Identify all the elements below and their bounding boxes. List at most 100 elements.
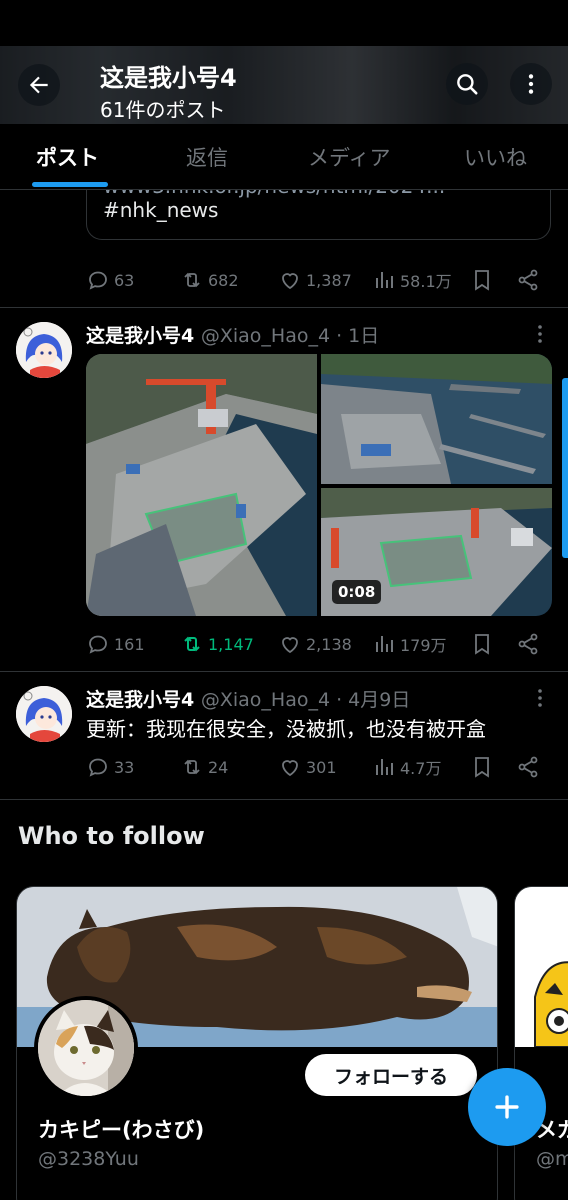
reply-icon bbox=[89, 758, 107, 777]
like-count: 1,387 bbox=[306, 270, 352, 290]
repost-count: 24 bbox=[208, 757, 229, 777]
like-count: 301 bbox=[306, 757, 337, 777]
avatar-illustration-icon bbox=[16, 322, 72, 378]
profile-tabs: ポスト 返信 メディア いいね bbox=[0, 124, 568, 190]
arrow-left-icon bbox=[29, 76, 48, 94]
link-card-url: www3.nhk.or.jp/news/html/2024... bbox=[103, 190, 445, 198]
media-grid bbox=[86, 354, 552, 616]
harbor-overview-image bbox=[321, 354, 552, 484]
profile-header: 这是我小号4 61件のポスト bbox=[0, 46, 568, 124]
follow-card-handle: @3238Yuu bbox=[38, 1148, 139, 1170]
handle-and-time: @Xiao_Hao_4 · 1日 bbox=[200, 325, 380, 347]
views-button[interactable]: 58.1万 bbox=[372, 265, 452, 295]
like-button[interactable]: 2,138 bbox=[278, 629, 352, 659]
follow-card-name[interactable]: カキピー(わさび) bbox=[38, 1114, 204, 1144]
share-icon bbox=[518, 269, 538, 291]
like-button[interactable]: 301 bbox=[278, 752, 337, 782]
reply-icon bbox=[89, 635, 107, 654]
video-duration-badge: 0:08 bbox=[332, 580, 382, 604]
profile-banner bbox=[515, 887, 568, 1048]
post-author[interactable]: 这是我小号4 @Xiao_Hao_4 · 1日 bbox=[86, 321, 379, 348]
bookmark-button[interactable] bbox=[470, 629, 494, 659]
more-vertical-icon bbox=[538, 689, 542, 707]
status-bar bbox=[0, 0, 568, 46]
post-actions: 63 682 1,387 58.1万 bbox=[86, 265, 548, 295]
tab-replies[interactable]: 返信 bbox=[186, 142, 228, 172]
follow-card-avatar[interactable] bbox=[34, 996, 138, 1100]
share-button[interactable] bbox=[516, 752, 540, 782]
media-image-1[interactable] bbox=[86, 354, 317, 616]
handle-and-time: @Xiao_Hao_4 · 4月9日 bbox=[200, 689, 411, 711]
repost-icon bbox=[184, 759, 200, 775]
media-image-2[interactable] bbox=[321, 354, 552, 484]
post-divider bbox=[0, 799, 568, 800]
repost-icon bbox=[184, 272, 200, 288]
reply-button[interactable]: 33 bbox=[86, 752, 134, 782]
profile-name: 这是我小号4 bbox=[100, 64, 237, 92]
bookmark-icon bbox=[475, 270, 489, 291]
post-count: 61件のポスト bbox=[100, 98, 226, 122]
bookmark-button[interactable] bbox=[470, 752, 494, 782]
share-button[interactable] bbox=[516, 629, 540, 659]
bookmark-button[interactable] bbox=[470, 265, 494, 295]
display-name: 这是我小号4 bbox=[86, 689, 195, 711]
share-icon bbox=[518, 633, 538, 655]
search-icon bbox=[457, 74, 478, 95]
post-actions: 33 24 301 4.7万 bbox=[86, 752, 548, 782]
link-card[interactable]: www3.nhk.or.jp/news/html/2024... #nhk_ne… bbox=[86, 190, 551, 240]
avatar[interactable] bbox=[16, 322, 72, 378]
views-icon bbox=[376, 636, 393, 652]
heart-icon bbox=[282, 273, 298, 290]
search-button[interactable] bbox=[446, 63, 488, 105]
more-vertical-icon bbox=[538, 325, 542, 343]
view-count: 4.7万 bbox=[400, 759, 442, 778]
follow-button[interactable]: フォローする bbox=[305, 1054, 477, 1096]
repost-button[interactable]: 1,147 bbox=[180, 629, 254, 659]
share-button[interactable] bbox=[516, 265, 540, 295]
avatar[interactable] bbox=[16, 686, 72, 742]
repost-count: 1,147 bbox=[208, 634, 254, 654]
repost-button[interactable]: 24 bbox=[180, 752, 228, 782]
cat-avatar-image bbox=[38, 1000, 134, 1096]
more-options-button[interactable] bbox=[510, 63, 552, 105]
repost-icon bbox=[184, 636, 200, 652]
views-button[interactable]: 4.7万 bbox=[372, 752, 441, 782]
follow-card-handle: @m bbox=[536, 1148, 568, 1170]
heart-icon bbox=[282, 637, 298, 654]
views-icon bbox=[376, 272, 393, 288]
timeline: www3.nhk.or.jp/news/html/2024... #nhk_ne… bbox=[0, 190, 568, 808]
reply-icon bbox=[89, 271, 107, 290]
reply-count: 33 bbox=[114, 757, 135, 777]
character-banner-image bbox=[515, 887, 568, 1048]
plus-icon bbox=[495, 1095, 519, 1119]
post-author[interactable]: 这是我小号4 @Xiao_Hao_4 · 4月9日 bbox=[86, 685, 410, 712]
view-count: 58.1万 bbox=[400, 272, 452, 291]
post-more-button[interactable] bbox=[530, 686, 550, 710]
reply-button[interactable]: 63 bbox=[86, 265, 134, 295]
post-divider bbox=[0, 671, 568, 672]
view-count: 179万 bbox=[400, 636, 447, 655]
tab-posts[interactable]: ポスト bbox=[36, 142, 99, 172]
post-more-button[interactable] bbox=[530, 322, 550, 346]
reply-count: 161 bbox=[114, 634, 145, 654]
post-text: 更新：我现在很安全，没被抓，也没有被开盒 bbox=[86, 717, 486, 741]
scrollbar[interactable] bbox=[562, 378, 568, 558]
who-to-follow-heading: Who to follow bbox=[18, 822, 205, 850]
back-button[interactable] bbox=[18, 64, 60, 106]
more-vertical-icon bbox=[528, 74, 534, 94]
views-button[interactable]: 179万 bbox=[372, 629, 447, 659]
repost-button[interactable]: 682 bbox=[180, 265, 239, 295]
repost-count: 682 bbox=[208, 270, 239, 290]
reply-button[interactable]: 161 bbox=[86, 629, 145, 659]
hashtag[interactable]: #nhk_news bbox=[103, 198, 218, 222]
like-button[interactable]: 1,387 bbox=[278, 265, 352, 295]
bookmark-icon bbox=[475, 634, 489, 655]
bookmark-icon bbox=[475, 757, 489, 778]
tab-likes[interactable]: いいね bbox=[464, 142, 527, 172]
compose-post-button[interactable] bbox=[468, 1068, 546, 1146]
display-name: 这是我小号4 bbox=[86, 325, 195, 347]
active-tab-indicator bbox=[32, 182, 108, 187]
share-icon bbox=[518, 756, 538, 778]
heart-icon bbox=[282, 760, 298, 777]
tab-media[interactable]: メディア bbox=[308, 142, 391, 172]
